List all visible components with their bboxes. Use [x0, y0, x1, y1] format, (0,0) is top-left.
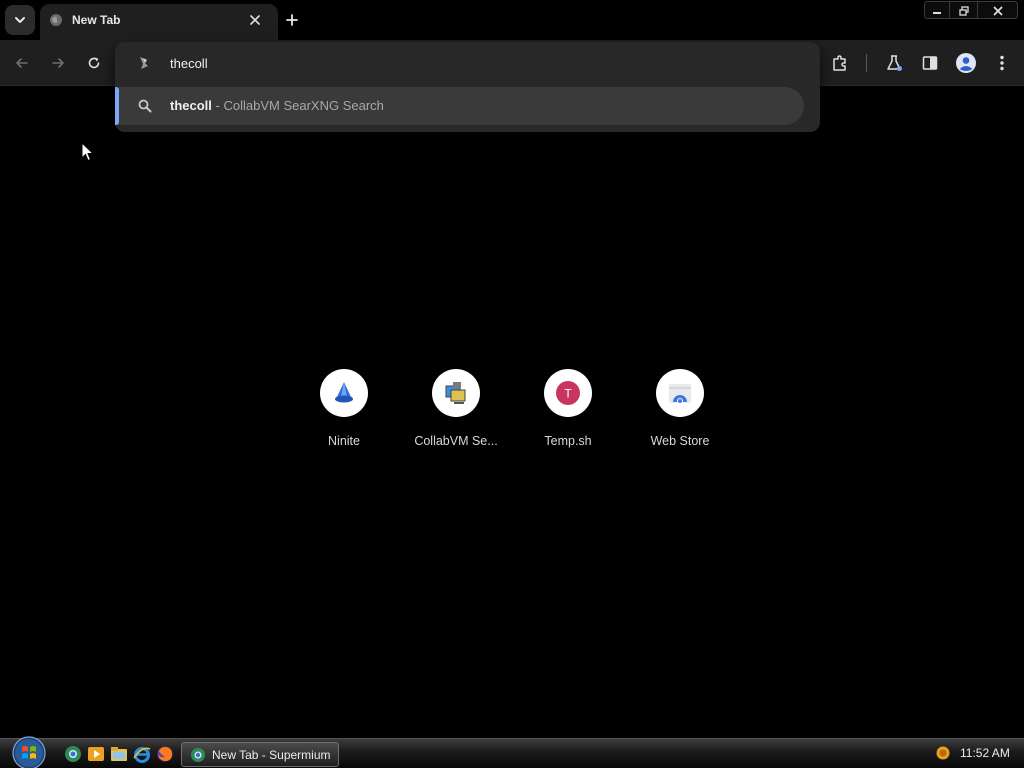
supermium-quicklaunch-icon[interactable]: [64, 745, 82, 763]
puzzle-icon: [833, 55, 846, 71]
shortcut-icon-circle: [656, 369, 704, 417]
close-window-button[interactable]: [977, 2, 1017, 18]
temp-sh-icon: T: [556, 381, 580, 405]
shortcut-icon-circle: [432, 369, 480, 417]
side-panel-button[interactable]: [918, 51, 942, 75]
tray-notification-icon[interactable]: [936, 746, 950, 760]
avatar-icon: [956, 53, 976, 73]
tab-title: New Tab: [72, 13, 121, 27]
suggestion-query: thecoll: [170, 98, 212, 113]
suggestion-separator: -: [215, 98, 220, 113]
internet-explorer-quicklaunch-icon[interactable]: [133, 745, 151, 763]
labs-button[interactable]: [882, 51, 906, 75]
restore-icon: [958, 5, 969, 16]
selection-indicator: [115, 87, 119, 125]
taskbar-button-supermium[interactable]: New Tab - Supermium: [181, 742, 339, 767]
shortcut-ninite[interactable]: Ninite: [288, 369, 400, 459]
suggestion-text: thecoll - CollabVM SearXNG Search: [170, 98, 384, 113]
minimize-icon: [933, 11, 941, 14]
extensions-button[interactable]: [828, 51, 852, 75]
shortcut-label: CollabVM Se...: [414, 434, 498, 448]
shortcut-web-store[interactable]: Web Store: [624, 369, 736, 459]
start-button[interactable]: [9, 735, 49, 768]
minimize-button[interactable]: [925, 2, 949, 18]
close-icon: [993, 6, 1002, 15]
suggestion-description: CollabVM SearXNG Search: [223, 98, 384, 113]
omnibox[interactable]: thecoll: [115, 42, 820, 84]
shortcut-label: Temp.sh: [544, 434, 592, 448]
shortcut-label: Web Store: [650, 434, 710, 448]
shortcut-icon-circle: T: [544, 369, 592, 417]
site-info-icon: [140, 57, 148, 69]
flask-icon: [887, 55, 902, 71]
reload-icon: [88, 57, 100, 69]
shortcut-grid: Ninite CollabVM Se... T Temp.sh Web Stor…: [288, 369, 736, 459]
shortcut-icon-circle: [320, 369, 368, 417]
shortcut-label: Ninite: [328, 434, 360, 448]
omnibox-popup: thecoll thecoll - CollabVM SearXNG Searc…: [115, 42, 820, 132]
arrow-left-icon: [16, 58, 28, 68]
toolbar-divider: [866, 54, 867, 72]
supermium-app-icon: [191, 747, 205, 762]
shortcut-temp-sh[interactable]: T Temp.sh: [512, 369, 624, 459]
shortcut-collabvm[interactable]: CollabVM Se...: [400, 369, 512, 459]
restore-button[interactable]: [949, 2, 977, 18]
forward-button[interactable]: [47, 52, 69, 74]
omnibox-suggestion[interactable]: thecoll - CollabVM SearXNG Search: [115, 87, 804, 125]
media-player-quicklaunch-icon[interactable]: [87, 745, 105, 763]
taskbar-button-label: New Tab - Supermium: [212, 747, 331, 762]
new-tab-button[interactable]: [281, 9, 303, 31]
window-controls: [924, 1, 1018, 19]
tab-close-button[interactable]: [245, 10, 265, 30]
chevron-down-icon: [15, 17, 25, 23]
kebab-menu-icon: [1000, 55, 1004, 71]
tab-strip: New Tab: [0, 0, 1024, 40]
tab-search-button[interactable]: [5, 5, 35, 35]
plus-icon: [286, 14, 298, 26]
taskbar-clock[interactable]: 11:52 AM: [960, 746, 1010, 760]
omnibox-input[interactable]: thecoll: [170, 56, 208, 71]
taskbar: New Tab - Supermium 11:52 AM: [0, 735, 1024, 768]
close-icon: [250, 15, 260, 25]
arrow-right-icon: [52, 58, 64, 68]
menu-button[interactable]: [990, 51, 1014, 75]
back-button[interactable]: [11, 52, 33, 74]
web-store-icon: [669, 384, 691, 404]
collabvm-icon: [445, 382, 466, 404]
reload-button[interactable]: [83, 52, 105, 74]
search-icon: [138, 99, 152, 113]
svg-text:T: T: [564, 387, 572, 401]
ninite-icon: [335, 382, 353, 403]
profile-button[interactable]: [954, 51, 978, 75]
firefox-quicklaunch-icon[interactable]: [156, 745, 174, 763]
side-panel-icon: [922, 56, 938, 70]
explorer-quicklaunch-icon[interactable]: [110, 745, 128, 763]
mouse-cursor-icon: [81, 142, 95, 162]
globe-icon: [50, 14, 62, 26]
tab-new-tab[interactable]: New Tab: [40, 4, 278, 40]
